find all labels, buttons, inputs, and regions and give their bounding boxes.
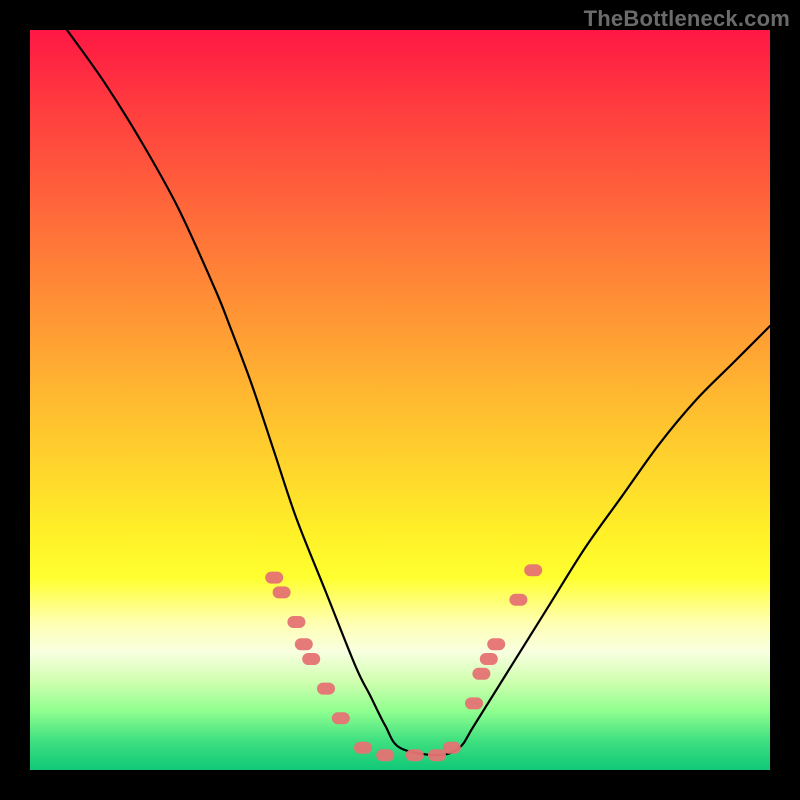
watermark-text: TheBottleneck.com xyxy=(584,6,790,32)
highlight-dot xyxy=(317,683,335,695)
highlight-dot xyxy=(465,697,483,709)
highlight-dot xyxy=(376,749,394,761)
chart-frame: TheBottleneck.com xyxy=(0,0,800,800)
highlight-dot xyxy=(443,742,461,754)
highlight-dot xyxy=(487,638,505,650)
highlight-dot xyxy=(295,638,313,650)
highlight-dot xyxy=(428,749,446,761)
highlight-dot xyxy=(332,712,350,724)
plot-area xyxy=(30,30,770,770)
highlight-dot xyxy=(302,653,320,665)
highlight-dot xyxy=(406,749,424,761)
highlight-dots-group xyxy=(265,564,542,761)
chart-svg xyxy=(30,30,770,770)
highlight-dot xyxy=(287,616,305,628)
highlight-dot xyxy=(480,653,498,665)
highlight-dot xyxy=(265,572,283,584)
highlight-dot xyxy=(354,742,372,754)
highlight-dot xyxy=(509,594,527,606)
highlight-dot xyxy=(472,668,490,680)
highlight-dot xyxy=(524,564,542,576)
highlight-dot xyxy=(273,586,291,598)
bottleneck-curve xyxy=(67,30,770,755)
